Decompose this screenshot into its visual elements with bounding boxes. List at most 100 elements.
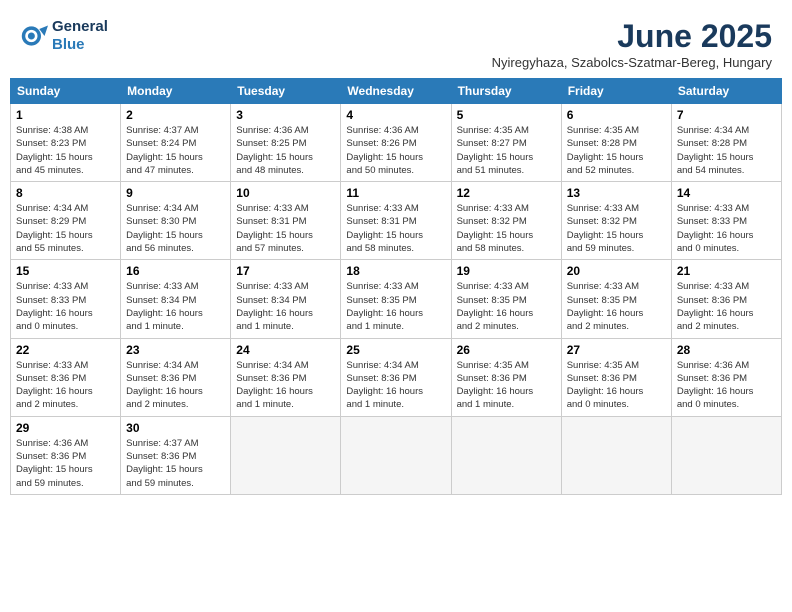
- table-row: 15 Sunrise: 4:33 AMSunset: 8:33 PMDayligh…: [11, 260, 121, 338]
- table-row: [451, 416, 561, 494]
- day-number: 17: [236, 264, 335, 278]
- day-number: 3: [236, 108, 335, 122]
- day-info: Sunrise: 4:36 AMSunset: 8:36 PMDaylight:…: [16, 437, 115, 490]
- table-row: 12 Sunrise: 4:33 AMSunset: 8:32 PMDayligh…: [451, 182, 561, 260]
- table-row: 11 Sunrise: 4:33 AMSunset: 8:31 PMDayligh…: [341, 182, 451, 260]
- day-number: 26: [457, 343, 556, 357]
- day-info: Sunrise: 4:33 AMSunset: 8:33 PMDaylight:…: [677, 202, 776, 255]
- day-number: 11: [346, 186, 445, 200]
- day-number: 6: [567, 108, 666, 122]
- day-info: Sunrise: 4:33 AMSunset: 8:32 PMDaylight:…: [567, 202, 666, 255]
- col-thursday: Thursday: [451, 79, 561, 104]
- day-info: Sunrise: 4:35 AMSunset: 8:27 PMDaylight:…: [457, 124, 556, 177]
- day-info: Sunrise: 4:33 AMSunset: 8:36 PMDaylight:…: [677, 280, 776, 333]
- table-row: 26 Sunrise: 4:35 AMSunset: 8:36 PMDayligh…: [451, 338, 561, 416]
- table-row: 27 Sunrise: 4:35 AMSunset: 8:36 PMDayligh…: [561, 338, 671, 416]
- day-info: Sunrise: 4:37 AMSunset: 8:24 PMDaylight:…: [126, 124, 225, 177]
- day-number: 8: [16, 186, 115, 200]
- table-row: 29 Sunrise: 4:36 AMSunset: 8:36 PMDayligh…: [11, 416, 121, 494]
- month-title: June 2025: [492, 18, 772, 55]
- table-row: 7 Sunrise: 4:34 AMSunset: 8:28 PMDaylight…: [671, 104, 781, 182]
- col-friday: Friday: [561, 79, 671, 104]
- day-number: 2: [126, 108, 225, 122]
- day-number: 10: [236, 186, 335, 200]
- day-info: Sunrise: 4:33 AMSunset: 8:34 PMDaylight:…: [236, 280, 335, 333]
- table-row: [231, 416, 341, 494]
- day-number: 29: [16, 421, 115, 435]
- table-row: 23Sunrise: 4:34 AMSunset: 8:36 PMDayligh…: [121, 338, 231, 416]
- day-info: Sunrise: 4:33 AMSunset: 8:32 PMDaylight:…: [457, 202, 556, 255]
- day-info: Sunrise: 4:34 AMSunset: 8:29 PMDaylight:…: [16, 202, 115, 255]
- table-row: 22Sunrise: 4:33 AMSunset: 8:36 PMDayligh…: [11, 338, 121, 416]
- day-info: Sunrise: 4:34 AMSunset: 8:36 PMDaylight:…: [126, 359, 225, 412]
- day-info: Sunrise: 4:33 AMSunset: 8:34 PMDaylight:…: [126, 280, 225, 333]
- day-number: 7: [677, 108, 776, 122]
- table-row: 10 Sunrise: 4:33 AMSunset: 8:31 PMDayligh…: [231, 182, 341, 260]
- table-row: 3 Sunrise: 4:36 AMSunset: 8:25 PMDaylight…: [231, 104, 341, 182]
- day-info: Sunrise: 4:36 AMSunset: 8:36 PMDaylight:…: [677, 359, 776, 412]
- day-info: Sunrise: 4:36 AMSunset: 8:25 PMDaylight:…: [236, 124, 335, 177]
- day-info: Sunrise: 4:34 AMSunset: 8:28 PMDaylight:…: [677, 124, 776, 177]
- day-info: Sunrise: 4:34 AMSunset: 8:30 PMDaylight:…: [126, 202, 225, 255]
- day-number: 27: [567, 343, 666, 357]
- day-info: Sunrise: 4:35 AMSunset: 8:28 PMDaylight:…: [567, 124, 666, 177]
- subtitle: Nyiregyhaza, Szabolcs-Szatmar-Bereg, Hun…: [492, 55, 772, 70]
- day-number: 13: [567, 186, 666, 200]
- table-row: 28 Sunrise: 4:36 AMSunset: 8:36 PMDayligh…: [671, 338, 781, 416]
- logo-icon: [20, 22, 48, 50]
- day-number: 16: [126, 264, 225, 278]
- table-row: 17 Sunrise: 4:33 AMSunset: 8:34 PMDayligh…: [231, 260, 341, 338]
- logo: General Blue: [20, 18, 108, 54]
- day-info: Sunrise: 4:33 AMSunset: 8:31 PMDaylight:…: [236, 202, 335, 255]
- day-number: 21: [677, 264, 776, 278]
- col-monday: Monday: [121, 79, 231, 104]
- table-row: 14 Sunrise: 4:33 AMSunset: 8:33 PMDayligh…: [671, 182, 781, 260]
- day-number: 30: [126, 421, 225, 435]
- day-number: 4: [346, 108, 445, 122]
- col-saturday: Saturday: [671, 79, 781, 104]
- day-info: Sunrise: 4:33 AMSunset: 8:35 PMDaylight:…: [457, 280, 556, 333]
- table-row: [561, 416, 671, 494]
- day-info: Sunrise: 4:33 AMSunset: 8:35 PMDaylight:…: [567, 280, 666, 333]
- calendar-header-row: Sunday Monday Tuesday Wednesday Thursday…: [11, 79, 782, 104]
- table-row: 30 Sunrise: 4:37 AMSunset: 8:36 PMDayligh…: [121, 416, 231, 494]
- day-number: 28: [677, 343, 776, 357]
- day-info: Sunrise: 4:33 AMSunset: 8:33 PMDaylight:…: [16, 280, 115, 333]
- day-number: 20: [567, 264, 666, 278]
- day-number: 15: [16, 264, 115, 278]
- day-number: 19: [457, 264, 556, 278]
- day-info: Sunrise: 4:33 AMSunset: 8:31 PMDaylight:…: [346, 202, 445, 255]
- table-row: 21 Sunrise: 4:33 AMSunset: 8:36 PMDayligh…: [671, 260, 781, 338]
- table-row: 20 Sunrise: 4:33 AMSunset: 8:35 PMDayligh…: [561, 260, 671, 338]
- col-wednesday: Wednesday: [341, 79, 451, 104]
- day-number: 12: [457, 186, 556, 200]
- table-row: [671, 416, 781, 494]
- day-number: 14: [677, 186, 776, 200]
- day-info: Sunrise: 4:35 AMSunset: 8:36 PMDaylight:…: [457, 359, 556, 412]
- col-sunday: Sunday: [11, 79, 121, 104]
- table-row: 1Sunrise: 4:38 AMSunset: 8:23 PMDaylight…: [11, 104, 121, 182]
- day-number: 22: [16, 343, 115, 357]
- table-row: 8 Sunrise: 4:34 AMSunset: 8:29 PMDaylight…: [11, 182, 121, 260]
- day-info: Sunrise: 4:35 AMSunset: 8:36 PMDaylight:…: [567, 359, 666, 412]
- table-row: 24Sunrise: 4:34 AMSunset: 8:36 PMDayligh…: [231, 338, 341, 416]
- day-info: Sunrise: 4:38 AMSunset: 8:23 PMDaylight:…: [16, 124, 115, 177]
- day-number: 5: [457, 108, 556, 122]
- header: General Blue June 2025 Nyiregyhaza, Szab…: [10, 10, 782, 74]
- table-row: 16 Sunrise: 4:33 AMSunset: 8:34 PMDayligh…: [121, 260, 231, 338]
- calendar: Sunday Monday Tuesday Wednesday Thursday…: [10, 78, 782, 495]
- table-row: 6 Sunrise: 4:35 AMSunset: 8:28 PMDaylight…: [561, 104, 671, 182]
- day-info: Sunrise: 4:34 AMSunset: 8:36 PMDaylight:…: [346, 359, 445, 412]
- table-row: 5 Sunrise: 4:35 AMSunset: 8:27 PMDaylight…: [451, 104, 561, 182]
- day-number: 24: [236, 343, 335, 357]
- logo-text: General Blue: [52, 18, 108, 54]
- table-row: 18Sunrise: 4:33 AMSunset: 8:35 PMDayligh…: [341, 260, 451, 338]
- day-info: Sunrise: 4:37 AMSunset: 8:36 PMDaylight:…: [126, 437, 225, 490]
- title-area: June 2025 Nyiregyhaza, Szabolcs-Szatmar-…: [492, 18, 772, 70]
- table-row: 9 Sunrise: 4:34 AMSunset: 8:30 PMDaylight…: [121, 182, 231, 260]
- table-row: 4Sunrise: 4:36 AMSunset: 8:26 PMDaylight…: [341, 104, 451, 182]
- table-row: 2 Sunrise: 4:37 AMSunset: 8:24 PMDaylight…: [121, 104, 231, 182]
- day-info: Sunrise: 4:33 AMSunset: 8:35 PMDaylight:…: [346, 280, 445, 333]
- day-number: 25: [346, 343, 445, 357]
- day-number: 9: [126, 186, 225, 200]
